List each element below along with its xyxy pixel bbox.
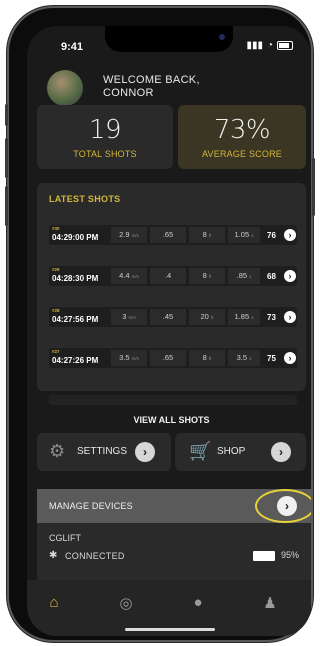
shot-metric: .4 <box>150 268 186 284</box>
chat-icon[interactable]: ● <box>183 594 213 611</box>
status-time: 9:41 <box>61 41 84 53</box>
shot-time: 04:28:30 PM <box>52 274 99 283</box>
shot-row[interactable]: #29 04:28:30 PM 4.4 m/s .4 8 ft .85 s 68… <box>49 266 297 286</box>
power-button <box>312 158 315 216</box>
chevron-right-icon[interactable]: › <box>284 311 296 323</box>
latest-shots-title: LATEST SHOTS <box>49 194 121 204</box>
welcome-line1: WELCOME BACK, <box>103 74 200 86</box>
shot-distance: 20 ft <box>189 309 225 325</box>
shot-speed: 3.5 m/s <box>111 350 147 366</box>
shot-time: 04:27:56 PM <box>52 315 99 324</box>
shot-score: 75 <box>267 354 276 363</box>
welcome-text: WELCOME BACK, CONNOR <box>103 74 200 100</box>
status-icons: ▮▮▮ ◔ <box>246 40 293 51</box>
signal-icon: ▮▮▮ <box>246 40 263 51</box>
home-indicator <box>125 628 215 631</box>
shot-speed: 3 m/s <box>111 309 147 325</box>
shot-row-faded <box>49 395 297 405</box>
shot-number: #27 <box>52 349 60 354</box>
camera <box>219 34 225 40</box>
target-icon[interactable]: ◎ <box>111 594 141 612</box>
device-battery-level: 95% <box>281 550 300 560</box>
manage-devices-title: MANAGE DEVICES <box>49 501 133 511</box>
total-shots-value: 19 <box>88 115 122 145</box>
wifi-icon: ◔ <box>266 40 273 51</box>
device-status: CONNECTED <box>65 551 125 561</box>
shot-score: 73 <box>267 313 276 322</box>
tab-bar: ⌂ ◎ ● ♟ <box>27 580 311 636</box>
settings-button[interactable]: ⚙ SETTINGS › <box>37 433 171 471</box>
shot-metric: .65 <box>150 350 186 366</box>
shot-metric: .45 <box>150 309 186 325</box>
shop-button[interactable]: 🛒 SHOP › <box>175 433 306 471</box>
chevron-right-icon[interactable]: › <box>284 270 296 282</box>
shot-duration: 1.05 s <box>228 227 260 243</box>
bluetooth-icon: ✱ <box>49 550 58 561</box>
mute-switch <box>5 104 8 126</box>
shot-distance: 8 ft <box>189 350 225 366</box>
shot-score: 68 <box>267 272 276 281</box>
volume-down-button <box>5 186 8 226</box>
shot-time: 04:29:00 PM <box>52 233 99 242</box>
shot-speed: 4.4 m/s <box>111 268 147 284</box>
device-name: CGLIFT <box>49 533 82 543</box>
volume-up-button <box>5 138 8 178</box>
user-name: CONNOR <box>103 87 154 99</box>
cart-icon: 🛒 <box>189 441 212 461</box>
manage-devices-header[interactable]: MANAGE DEVICES › <box>37 489 311 523</box>
shot-speed: 2.9 m/s <box>111 227 147 243</box>
shot-duration: 3.5 s <box>228 350 260 366</box>
total-shots-card: 19 TOTAL SHOTS <box>37 105 173 169</box>
shot-number: #28 <box>52 308 60 313</box>
shot-distance: 8 ft <box>189 227 225 243</box>
shot-number: #29 <box>52 267 60 272</box>
gear-icon: ⚙ <box>49 441 66 461</box>
shot-score: 76 <box>267 231 276 240</box>
home-icon[interactable]: ⌂ <box>39 594 69 611</box>
shot-metric: .65 <box>150 227 186 243</box>
chevron-right-icon: › <box>135 442 155 462</box>
settings-label: SETTINGS <box>77 446 128 457</box>
chevron-right-icon[interactable]: › <box>284 229 296 241</box>
shot-duration: 1.85 s <box>228 309 260 325</box>
shop-label: SHOP <box>217 446 246 457</box>
average-score-label: AVERAGE SCORE <box>202 149 282 159</box>
latest-shots-panel: LATEST SHOTS #30 04:29:00 PM 2.9 m/s .65… <box>37 183 306 425</box>
avatar[interactable] <box>47 70 83 106</box>
profile-icon[interactable]: ♟ <box>255 594 285 612</box>
battery-icon <box>277 41 293 50</box>
shot-number: #30 <box>52 226 60 231</box>
shot-row[interactable]: #28 04:27:56 PM 3 m/s .45 20 ft 1.85 s 7… <box>49 307 297 327</box>
shot-distance: 8 ft <box>189 268 225 284</box>
total-shots-label: TOTAL SHOTS <box>73 149 137 159</box>
shot-time: 04:27:26 PM <box>52 356 99 365</box>
shot-row[interactable]: #30 04:29:00 PM 2.9 m/s .65 8 ft 1.05 s … <box>49 225 297 245</box>
shot-row[interactable]: #27 04:27:26 PM 3.5 m/s .65 8 ft 3.5 s 7… <box>49 348 297 368</box>
view-all-shots-button[interactable]: VIEW ALL SHOTS <box>37 415 306 425</box>
chevron-right-icon[interactable]: › <box>284 352 296 364</box>
app-screen: 9:41 ▮▮▮ ◔ WELCOME BACK, CONNOR 19 TOTAL… <box>27 26 311 636</box>
highlight-ring <box>255 489 311 523</box>
shot-duration: .85 s <box>228 268 260 284</box>
average-score-card: 73% AVERAGE SCORE <box>178 105 306 169</box>
chevron-right-icon: › <box>271 442 291 462</box>
average-score-value: 73% <box>213 115 271 145</box>
device-battery-icon <box>253 551 275 561</box>
notch <box>105 26 233 52</box>
